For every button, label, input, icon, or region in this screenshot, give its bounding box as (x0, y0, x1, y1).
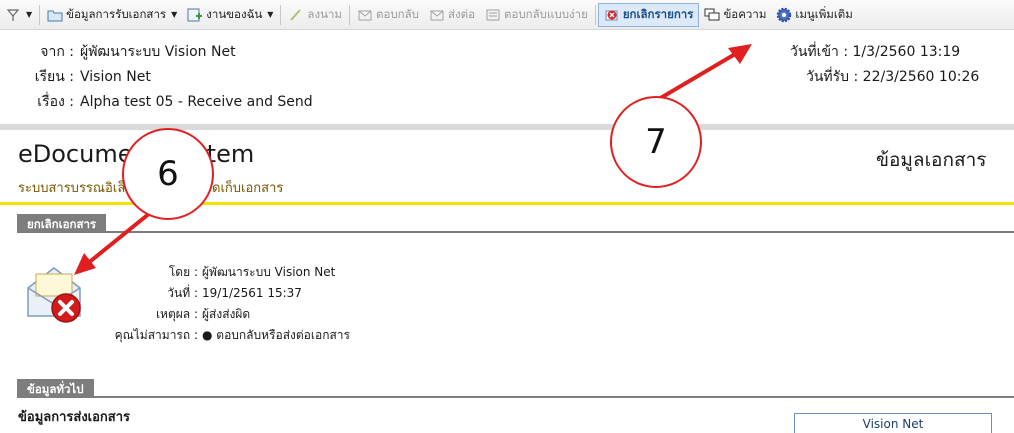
message-button[interactable]: ข้อความ (699, 3, 771, 27)
receive-info-label: ข้อมูลการรับเอกสาร (66, 6, 167, 21)
callout-6: 6 (122, 128, 214, 220)
message-label: ข้อความ (723, 6, 767, 21)
gear-icon (776, 7, 792, 23)
cancel-restriction-row: คุณไม่สามารถ : ● ตอบกลับหรือส่งต่อเอกสาร (110, 325, 350, 346)
my-tasks-menu[interactable]: งานของฉัน ▼ (182, 3, 278, 27)
from-label: จาก : (40, 44, 74, 60)
folder-icon (47, 7, 63, 23)
reply-button[interactable]: ตอบกลับ (352, 3, 424, 27)
simple-reply-icon (485, 7, 501, 23)
subject-row: เรื่อง : Alpha test 05 - Receive and Sen… (30, 90, 313, 115)
cancel-reason-row: เหตุผล : ผู้ส่งส่งผิด (110, 304, 350, 325)
subject-label: เรื่อง : (37, 94, 74, 110)
more-menu-button[interactable]: เมนูเพิ่มเติม (771, 3, 857, 27)
message-header: จาก : ผู้พัฒนาระบบ Vision Net เรียน : Vi… (30, 40, 313, 115)
cancel-reason-value: ผู้ส่งส่งผิด (202, 307, 251, 321)
sign-icon (288, 7, 304, 23)
receive-info-menu[interactable]: ข้อมูลการรับเอกสาร ▼ (42, 3, 182, 27)
chevron-down-icon: ▼ (26, 10, 33, 19)
cancel-by-row: โดย : ผู้พัฒนาระบบ Vision Net (110, 262, 350, 283)
received-in-date: วันที่เข้า : 1/3/2560 13:19 (790, 44, 961, 60)
forward-label: ส่งต่อ (447, 6, 475, 21)
my-tasks-label: งานของฉัน (206, 6, 263, 21)
toolbar-divider (348, 4, 350, 25)
message-dates: วันที่เข้า : 1/3/2560 13:19 วันที่รับ : … (790, 40, 979, 90)
cancel-restriction-label: คุณไม่สามารถ : (114, 328, 198, 342)
chevron-down-icon: ▼ (171, 10, 178, 19)
cancel-section-tab: ยกเลิกเอกสาร (17, 214, 107, 232)
reply-label: ตอบกลับ (375, 6, 419, 21)
cancel-by-label: โดย : (168, 265, 198, 279)
cancel-restriction-value: ● ตอบกลับหรือส่งต่อเอกสาร (202, 328, 350, 342)
header-divider (0, 124, 1014, 130)
message-icon (704, 7, 720, 23)
cancel-date-row: วันที่ : 19/1/2561 15:37 (110, 283, 350, 304)
cancel-by-value: ผู้พัฒนาระบบ Vision Net (202, 265, 336, 279)
cancel-item-button[interactable]: ยกเลิกรายการ (597, 2, 700, 27)
cancel-reason-label: เหตุผล : (155, 307, 198, 321)
more-menu-label: เมนูเพิ่มเติม (795, 6, 853, 21)
cancelled-mail-icon (24, 262, 88, 326)
from-row: จาก : ผู้พัฒนาระบบ Vision Net (30, 40, 313, 65)
to-label: เรียน : (34, 69, 74, 85)
chevron-down-icon: ▼ (267, 10, 274, 19)
recipient-box: Vision Net (794, 413, 992, 433)
document-info-title: ข้อมูลเอกสาร (876, 149, 987, 171)
cancel-icon (604, 7, 620, 23)
arrow-7-head (728, 44, 752, 64)
simple-reply-button[interactable]: ตอบกลับแบบง่าย (480, 3, 593, 27)
to-value: Vision Net (80, 69, 151, 85)
forward-button[interactable]: ส่งต่อ (424, 3, 480, 27)
sign-button[interactable]: ลงนาม (283, 3, 347, 27)
cancel-item-label: ยกเลิกรายการ (622, 6, 694, 21)
received-on-date: วันที่รับ : 22/3/2560 10:26 (806, 69, 980, 85)
forward-icon (429, 7, 445, 23)
sign-label: ลงนาม (307, 6, 342, 21)
toolbar: ▼ ข้อมูลการรับเอกสาร ▼ งานของฉัน ▼ ลงนาม… (0, 0, 1014, 30)
callout-7: 7 (610, 96, 702, 188)
send-info-heading: ข้อมูลการส่งเอกสาร (18, 410, 131, 425)
cancel-date-label: วันที่ : (167, 286, 198, 300)
general-section-bar: ข้อมูลทั่วไป (17, 378, 1014, 398)
toolbar-divider (594, 4, 596, 25)
subject-value: Alpha test 05 - Receive and Send (80, 94, 313, 110)
cancel-date-value: 19/1/2561 15:37 (202, 286, 302, 300)
toolbar-divider (39, 4, 41, 25)
reply-icon (357, 7, 373, 23)
flag-dropdown[interactable]: ▼ (0, 3, 37, 27)
flag-icon (5, 7, 21, 23)
simple-reply-label: ตอบกลับแบบง่าย (504, 6, 588, 21)
toolbar-divider (280, 4, 282, 25)
to-row: เรียน : Vision Net (30, 65, 313, 90)
tasks-icon (187, 7, 203, 23)
cancel-details: โดย : ผู้พัฒนาระบบ Vision Net วันที่ : 1… (110, 262, 350, 346)
general-section-tab: ข้อมูลทั่วไป (17, 379, 94, 397)
from-value: ผู้พัฒนาระบบ Vision Net (80, 44, 236, 60)
